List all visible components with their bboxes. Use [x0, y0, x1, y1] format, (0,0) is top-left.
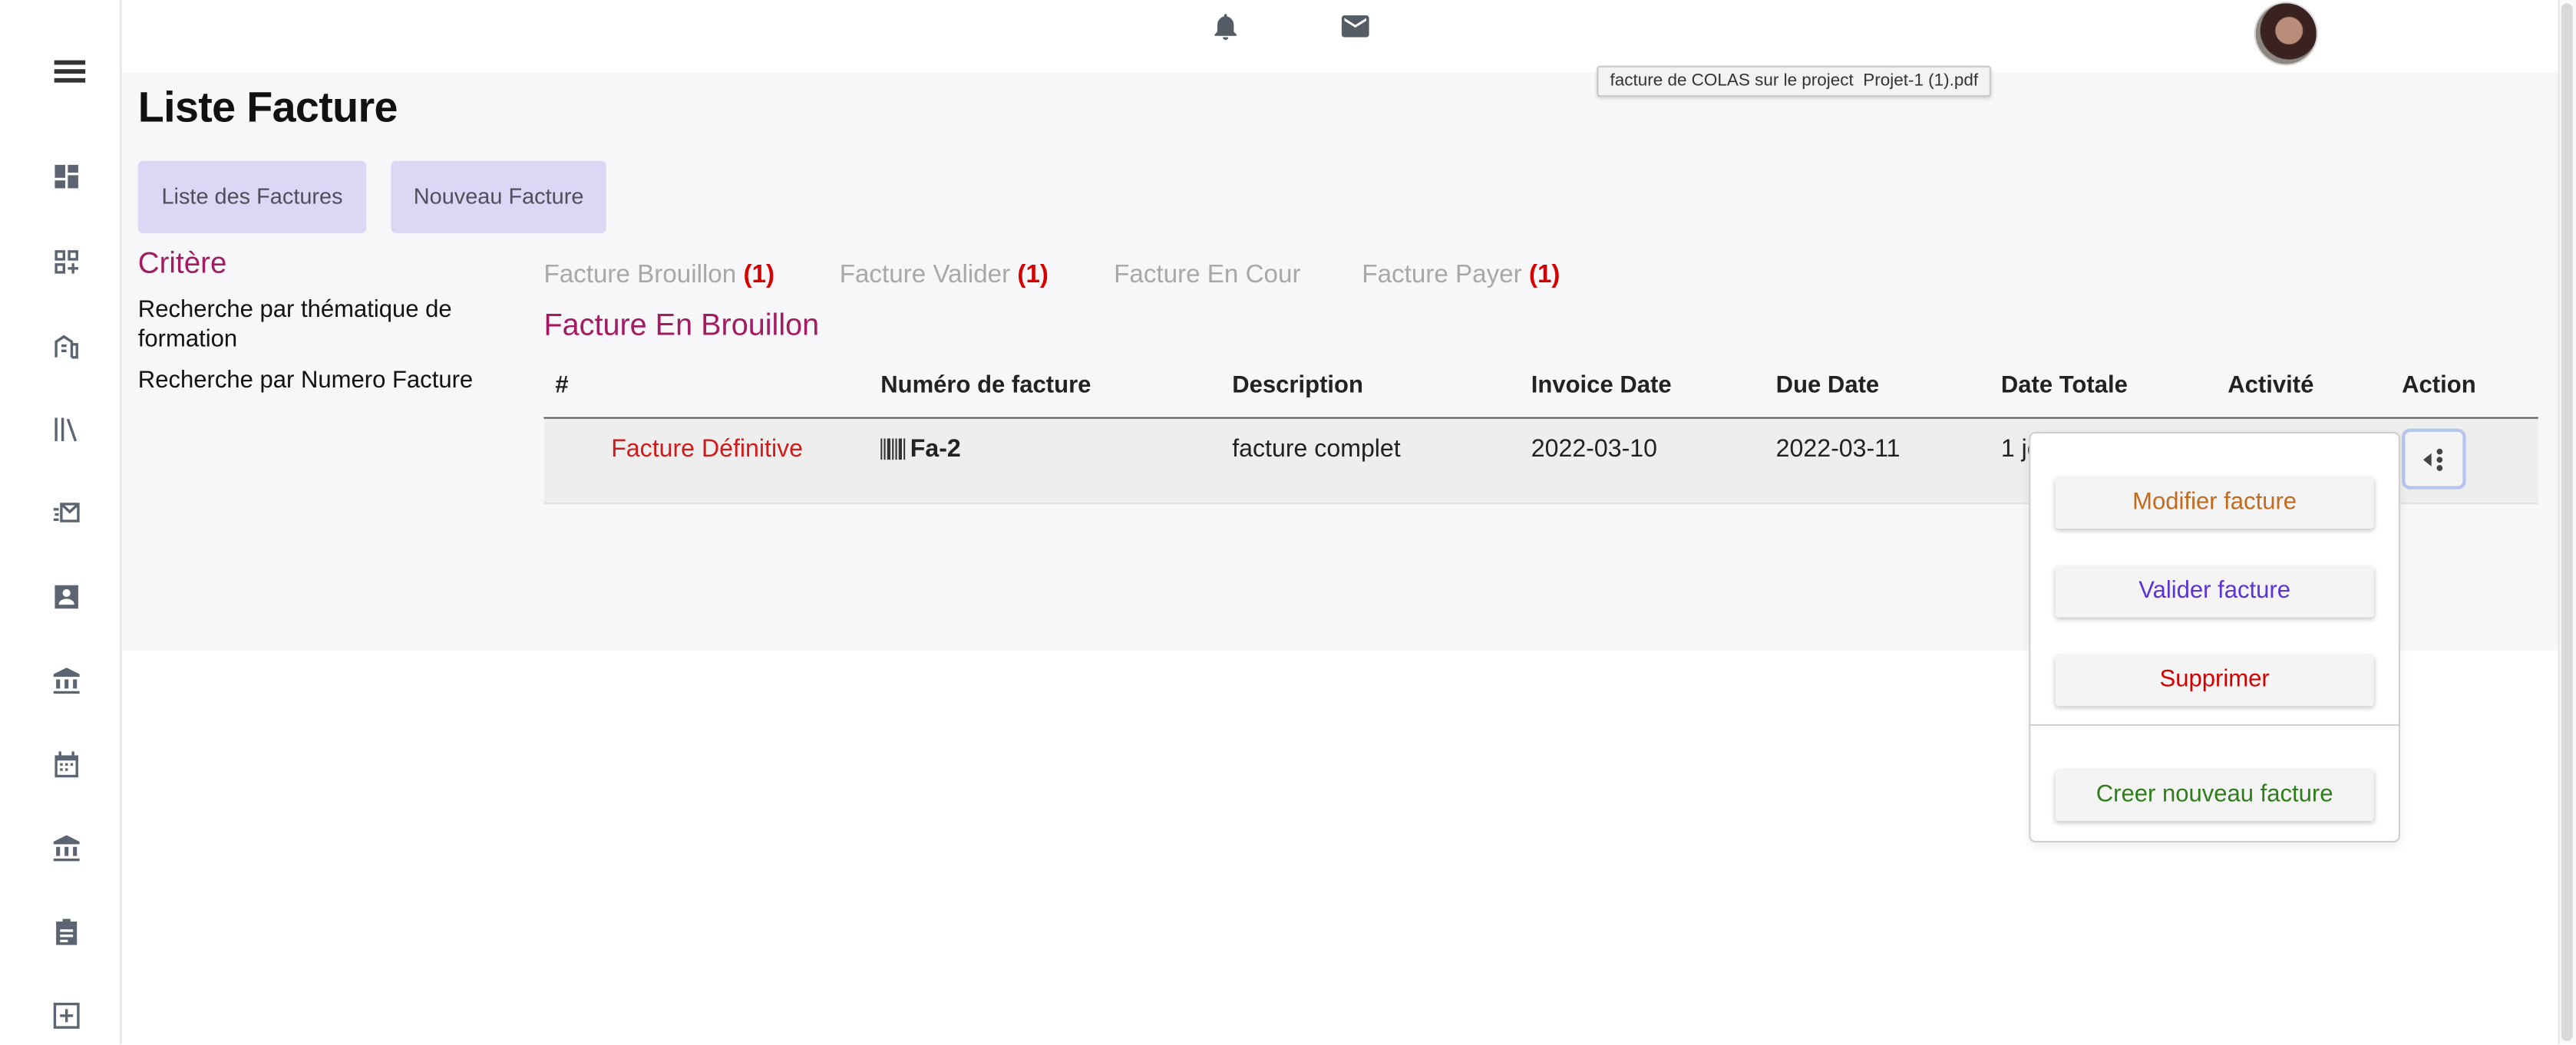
- avatar[interactable]: [2254, 2, 2318, 66]
- menu-divider: [2030, 724, 2399, 727]
- barcode-icon: [880, 438, 906, 460]
- tab-paid[interactable]: Facture Payer (1): [1362, 261, 1560, 291]
- list-invoices-button[interactable]: Liste des Factures: [137, 160, 367, 233]
- tab-in-progress[interactable]: Facture En Cour: [1114, 261, 1300, 291]
- validate-invoice-menu-item[interactable]: Valider facture: [2055, 566, 2374, 618]
- invoice-number-cell: Fa-2: [880, 435, 961, 463]
- calendar-icon[interactable]: [51, 749, 82, 780]
- apps-add-icon[interactable]: [51, 246, 82, 278]
- section-title: Facture En Brouillon: [543, 307, 820, 342]
- column-header-description: Description: [1232, 372, 1363, 400]
- sidebar: [0, 0, 122, 1045]
- due-date: 2022-03-11: [1775, 435, 1901, 463]
- column-header-due-date: Due Date: [1775, 372, 1880, 400]
- tab-label: Facture En Cour: [1114, 261, 1301, 289]
- create-invoice-menu-item[interactable]: Creer nouveau facture: [2055, 770, 2374, 822]
- page-title: Liste Facture: [137, 82, 398, 132]
- column-header-invoice-date: Invoice Date: [1531, 372, 1672, 400]
- tab-draft[interactable]: Facture Brouillon (1): [543, 261, 774, 291]
- new-invoice-button[interactable]: Nouveau Facture: [391, 160, 606, 233]
- bell-icon[interactable]: [1209, 10, 1242, 43]
- file-tooltip: facture de COLAS sur le project Projet-1…: [1597, 65, 1992, 97]
- tab-label: Facture Brouillon: [543, 261, 737, 289]
- column-header-index: #: [555, 372, 569, 400]
- mail-icon[interactable]: [1339, 10, 1372, 43]
- invoice-date: 2022-03-10: [1531, 435, 1657, 463]
- more-actions-icon: [2422, 448, 2443, 471]
- edit-invoice-menu-item[interactable]: Modifier facture: [2055, 477, 2374, 529]
- scrollbar-thumb[interactable]: [2561, 3, 2573, 1041]
- library-icon[interactable]: [51, 414, 82, 445]
- dashboard-icon[interactable]: [51, 161, 82, 193]
- event-note-icon[interactable]: [51, 916, 82, 948]
- contact-icon[interactable]: [51, 582, 82, 613]
- mail-send-icon[interactable]: [51, 498, 82, 529]
- menu-icon[interactable]: [54, 56, 86, 83]
- action-dropdown-menu: Modifier facture Valider facture Supprim…: [2029, 431, 2400, 842]
- invoice-status-link[interactable]: Facture Définitive: [611, 435, 803, 463]
- search-by-theme-link[interactable]: Recherche par thématique de formation: [138, 295, 483, 354]
- invoice-description: facture complet: [1232, 435, 1401, 463]
- tab-validated[interactable]: Facture Valider (1): [840, 261, 1049, 291]
- action-menu-button[interactable]: [2402, 428, 2466, 490]
- delete-menu-item[interactable]: Supprimer: [2055, 654, 2374, 707]
- tab-count: (1): [743, 261, 775, 289]
- tab-label: Facture Payer: [1362, 261, 1522, 289]
- column-header-number: Numéro de facture: [880, 372, 1091, 400]
- criteria-title: Critère: [137, 246, 227, 279]
- column-header-activity: Activité: [2228, 372, 2314, 400]
- column-header-total-date: Date Totale: [2000, 372, 2128, 400]
- invoice-number: Fa-2: [910, 435, 961, 463]
- building-icon[interactable]: [51, 330, 82, 361]
- tab-count: (1): [1528, 261, 1560, 289]
- column-header-action: Action: [2402, 372, 2476, 400]
- bank-icon[interactable]: [51, 665, 82, 697]
- add-box-icon[interactable]: [51, 1000, 82, 1031]
- tab-label: Facture Valider: [839, 261, 1011, 289]
- bank-icon-2[interactable]: [51, 832, 82, 864]
- search-by-number-link[interactable]: Recherche par Numero Facture: [138, 366, 473, 396]
- tab-count: (1): [1017, 261, 1049, 289]
